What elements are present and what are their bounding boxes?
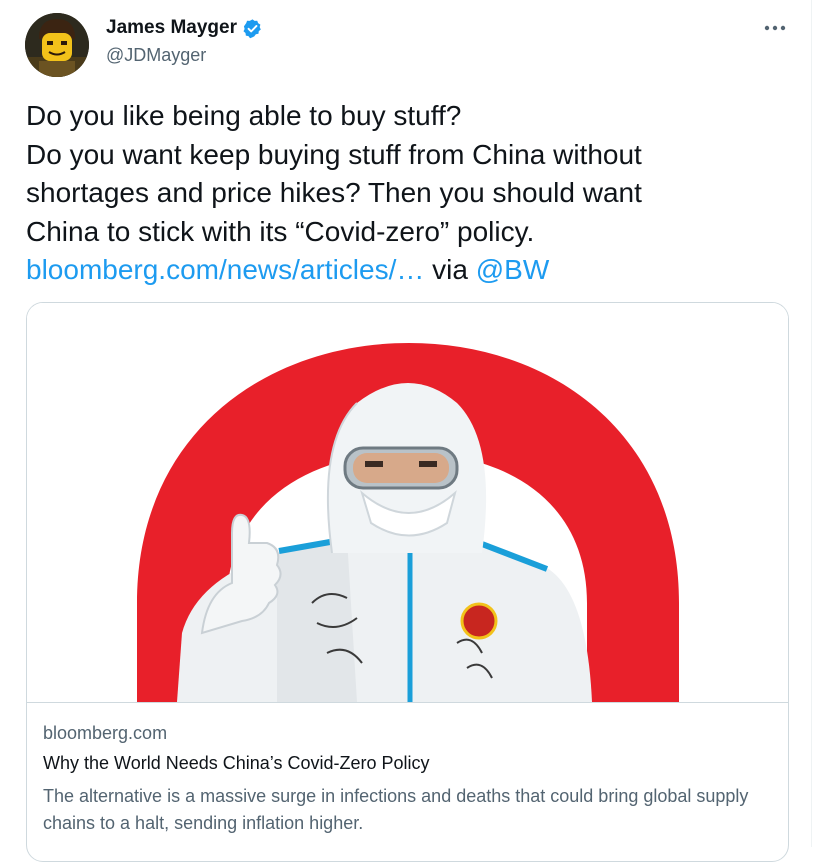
tweet-text-line: Do you like being able to buy stuff? xyxy=(26,100,462,131)
card-domain: bloomberg.com xyxy=(43,723,168,743)
via-text: via xyxy=(424,254,476,285)
more-horizontal-icon[interactable] xyxy=(757,14,793,42)
tweet-link-line: bloomberg.com/news/articles/… via @BW xyxy=(26,251,796,290)
author-handle[interactable]: @JDMayger xyxy=(106,45,206,66)
card-image[interactable] xyxy=(27,303,788,702)
tweet-text-line: Do you want keep buying stuff from China… xyxy=(26,138,642,170)
author-name-row[interactable]: James Mayger xyxy=(106,17,263,39)
avatar[interactable] xyxy=(25,13,89,77)
lego-minifigure-avatar-icon xyxy=(25,13,89,77)
hazmat-worker-thumbs-up-red-zero-illustration-icon xyxy=(27,303,788,702)
link-preview-card[interactable]: bloomberg.com Why the World Needs China’… xyxy=(26,302,789,862)
card-description: The alternative is a massive surge in in… xyxy=(43,786,749,833)
card-divider xyxy=(27,702,788,703)
card-title[interactable]: Why the World Needs China’s Covid-Zero P… xyxy=(43,753,429,774)
tweet[interactable]: James Mayger @JDMayger Do you like being… xyxy=(0,0,812,862)
tweet-text: Do you like being able to buy stuff? Do … xyxy=(26,97,796,290)
mention-link[interactable]: @BW xyxy=(476,254,550,285)
tweet-text-line: China to stick with its “Covid-zero” pol… xyxy=(26,215,535,247)
author-display-name[interactable]: James Mayger xyxy=(106,17,237,39)
verified-badge-icon xyxy=(242,18,263,39)
tweet-text-line: shortages and price hikes? Then you shou… xyxy=(26,177,642,208)
article-link[interactable]: bloomberg.com/news/articles/… xyxy=(26,254,424,285)
